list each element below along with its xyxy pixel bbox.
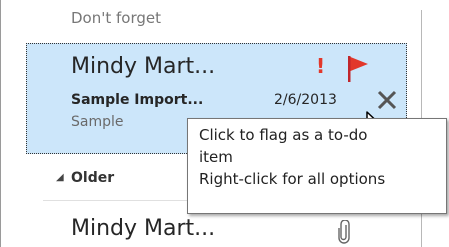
message-subject: Sample Import... (71, 92, 204, 108)
tooltip-line-2: item (199, 148, 233, 166)
older-item-sender[interactable]: Mindy Mart... (71, 216, 215, 241)
high-importance-icon: ! (316, 54, 326, 78)
delete-icon[interactable] (375, 88, 399, 112)
sender-name: Mindy Mart... (71, 54, 216, 79)
flag-tooltip: Click to flag as a to-do item Right-clic… (187, 118, 447, 214)
message-date: 2/6/2013 (274, 92, 337, 108)
message-list-pane: Don't forget Mindy Mart... Sample Import… (0, 0, 449, 247)
collapse-group-icon[interactable]: ◢ (56, 172, 64, 183)
tooltip-line-3: Right-click for all options (199, 170, 386, 188)
flag-icon[interactable] (345, 54, 371, 84)
tooltip-line-1: Click to flag as a to-do (199, 126, 368, 144)
previous-item-preview: Don't forget (71, 9, 161, 27)
message-preview: Sample (71, 114, 124, 130)
attachment-icon (338, 220, 350, 244)
group-header-older[interactable]: Older (71, 170, 114, 186)
